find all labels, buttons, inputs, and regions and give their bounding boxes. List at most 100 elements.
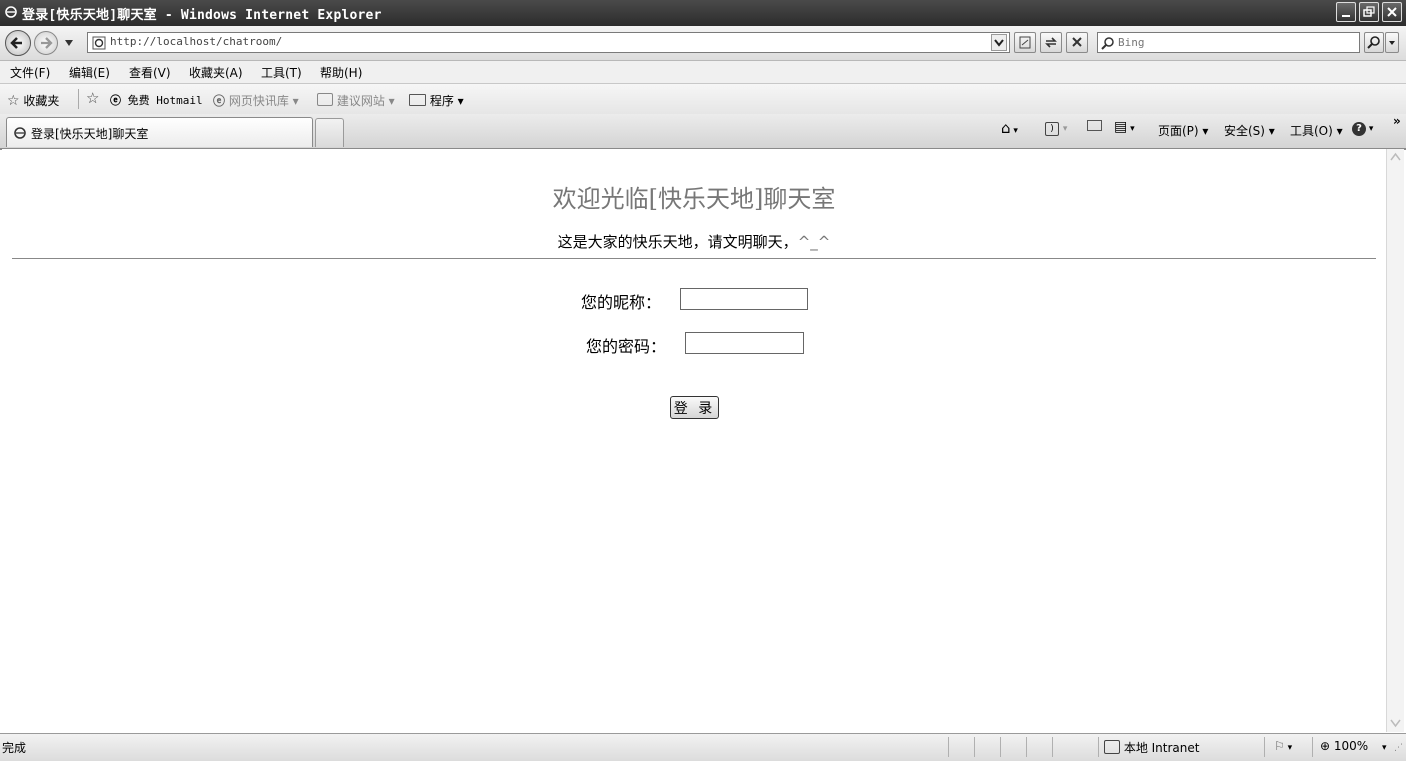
zone-label: 本地 Intranet [1123,741,1200,755]
subtitle-text: 这是大家的快乐天地，请文明聊天， [557,233,798,251]
nickname-input[interactable] [680,288,808,310]
menu-edit[interactable]: 编辑(E) [69,64,110,81]
scroll-down-icon[interactable] [1390,718,1401,728]
resize-grip-icon[interactable]: ⋰ [1394,743,1403,753]
navigation-bar: http://localhost/chatroom/ [0,26,1406,61]
favbar-divider [78,89,79,109]
ie-logo-icon [5,6,17,18]
address-dropdown-button[interactable] [991,34,1007,51]
add-to-favorites-icon[interactable]: ☆ [86,89,99,107]
protected-mode-button[interactable]: ⚐ ▾ [1274,739,1292,753]
search-options-button[interactable] [1385,32,1399,53]
home-button[interactable]: ⌂ ▾ [1001,119,1018,137]
star-icon: ☆ [7,93,20,109]
zoom-level: 100% [1333,739,1369,753]
magnifier-icon [1367,36,1380,49]
new-tab-button[interactable] [315,118,344,147]
safety-menu[interactable]: 安全(S) ▾ [1224,122,1275,139]
search-input[interactable] [1118,34,1353,50]
tab-chatroom-login[interactable]: 登录[快乐天地]聊天室 [6,117,313,147]
address-url: http://localhost/chatroom/ [110,35,283,48]
stop-button[interactable] [1066,32,1088,53]
help-button[interactable]: ? ▾ [1352,120,1373,136]
zoom-button[interactable]: ⊕ 100% ▾ [1320,739,1387,753]
forward-button[interactable] [34,31,58,55]
toolbar-overflow-chevron-icon[interactable]: » [1393,114,1401,128]
menu-help[interactable]: 帮助(H) [320,64,362,81]
menu-tools[interactable]: 工具(T) [261,64,302,81]
status-text: 完成 [2,741,27,755]
zoom-magnifier-icon: ⊕ [1320,739,1331,753]
favorites-button[interactable]: ☆ 收藏夹 [7,92,59,109]
status-separator [974,737,975,757]
home-icon: ⌂ [1001,119,1011,137]
read-mail-button[interactable] [1087,120,1102,134]
recent-pages-dropdown-icon[interactable] [64,39,74,47]
password-label: 您的密码： [586,337,667,356]
address-field[interactable]: http://localhost/chatroom/ [87,32,1010,53]
printer-icon: ▤ [1114,119,1128,135]
restore-button[interactable] [1359,2,1379,22]
web-slice-gallery-link[interactable]: ⓔ 网页快讯库 ▾ [213,92,299,109]
suggested-sites-link[interactable]: 建议网站 ▾ [317,92,395,109]
window-title: 登录[快乐天地]聊天室 - Windows Internet Explorer [22,8,382,23]
feeds-button[interactable]: ) ▾ [1045,120,1067,136]
tools-menu[interactable]: 工具(O) ▾ [1290,122,1343,139]
mail-icon [1087,120,1102,131]
web-slice-label: 网页快讯库 ▾ [228,94,299,108]
minimize-button[interactable] [1336,2,1356,22]
chevron-down-icon [994,39,1004,47]
hotmail-link[interactable]: ⓔ 免费 Hotmail [110,92,203,108]
tab-label: 登录[快乐天地]聊天室 [31,127,149,141]
close-icon [1387,7,1397,17]
programs-folder[interactable]: 程序 ▾ [409,92,464,109]
folder-icon [409,94,426,106]
search-box[interactable] [1097,32,1360,53]
chevron-down-icon [1389,41,1395,45]
ie-page-icon: ⓔ [213,94,226,108]
help-icon: ? [1352,122,1366,136]
page-content: 欢迎光临[快乐天地]聊天室 这是大家的快乐天地，请文明聊天，^_^ 您的昵称： … [2,149,1386,732]
tab-bar: 登录[快乐天地]聊天室 ⌂ ▾ ) ▾ ▤ ▾ 页面(P) ▾ 安全(S) ▾ … [0,114,1406,150]
status-separator [1026,737,1027,757]
suggested-sites-label: 建议网站 ▾ [336,94,395,108]
ie-page-icon: ⓔ [110,94,121,107]
hotmail-label: 免费 Hotmail [127,94,203,107]
vertical-scrollbar[interactable] [1386,149,1404,732]
protected-mode-icon: ⚐ [1274,739,1285,753]
status-separator [1052,737,1053,757]
print-button[interactable]: ▤ ▾ [1114,119,1135,135]
favorites-label: 收藏夹 [23,94,60,108]
page-menu[interactable]: 页面(P) ▾ [1158,122,1208,139]
status-separator [1000,737,1001,757]
menu-file[interactable]: 文件(F) [10,64,50,81]
forward-arrow-icon [41,37,53,49]
close-window-button[interactable] [1382,2,1402,22]
nickname-label: 您的昵称： [581,293,662,312]
suggested-sites-icon [317,93,333,106]
status-separator [948,737,949,757]
compatibility-view-button[interactable] [1014,32,1036,53]
page-heading: 欢迎光临[快乐天地]聊天室 [552,185,836,213]
minimize-icon [1342,15,1350,17]
status-separator [1098,737,1099,757]
refresh-button[interactable] [1040,32,1062,53]
favorites-bar: ☆ 收藏夹 ☆ ⓔ 免费 Hotmail ⓔ 网页快讯库 ▾ 建议网站 ▾ 程序… [0,84,1406,114]
scroll-up-icon[interactable] [1390,152,1401,162]
menu-view[interactable]: 查看(V) [129,64,171,81]
rss-icon: ) [1045,122,1059,136]
menu-bar: 文件(F) 编辑(E) 查看(V) 收藏夹(A) 工具(T) 帮助(H) [0,61,1406,84]
status-separator [1312,737,1313,757]
horizontal-rule [12,258,1376,259]
back-arrow-icon [10,37,22,49]
menu-favorites[interactable]: 收藏夹(A) [189,64,243,81]
search-go-button[interactable] [1364,32,1384,53]
search-icon [1101,37,1114,50]
welcome-subtitle: 这是大家的快乐天地，请文明聊天，^_^ [2,231,1386,252]
back-button[interactable] [5,30,31,56]
security-zone[interactable]: 本地 Intranet [1104,739,1199,756]
programs-label: 程序 ▾ [429,94,464,108]
login-button[interactable]: 登 录 [670,396,719,419]
password-input[interactable] [685,332,804,354]
ie-tab-icon [14,127,26,139]
